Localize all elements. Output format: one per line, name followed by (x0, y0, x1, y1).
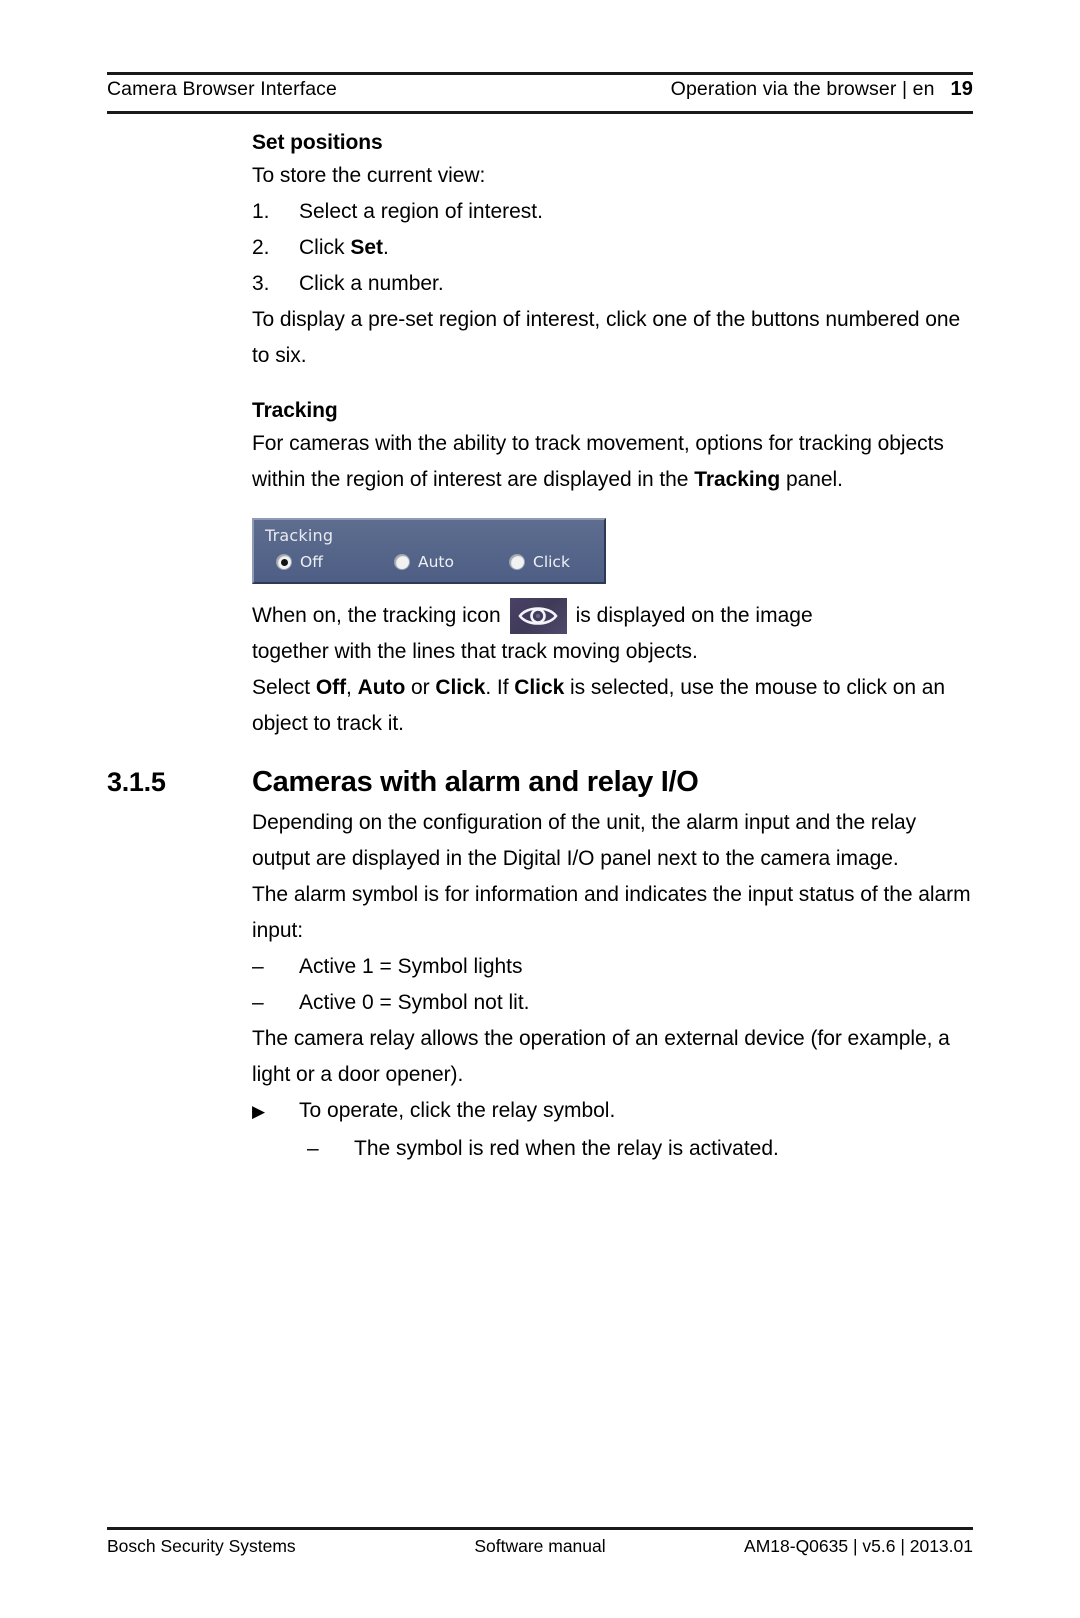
tracking-icon-sentence-after: is displayed on the image (575, 604, 813, 627)
list-item-text-after: . (383, 236, 389, 259)
list-item: – Active 0 = Symbol not lit. (252, 985, 973, 1021)
header-rule-top (107, 72, 973, 76)
set-positions-intro: To store the current view: (252, 164, 486, 187)
seg-6: . If (485, 676, 515, 699)
list-item-text: Select a region of interest. (299, 200, 543, 223)
list-item-text: Click Set. (299, 230, 973, 266)
list-item-text: Click a number. (299, 272, 444, 295)
footer-rule (107, 1527, 973, 1531)
seg-4: or (405, 676, 436, 699)
tracking-intro-bold: Tracking (694, 468, 781, 491)
dash-bullet-icon: – (307, 1137, 319, 1160)
tracking-radio-off[interactable]: Off (276, 553, 323, 571)
tracking-radio-click[interactable]: Click (509, 553, 570, 571)
tracking-radio-group: Off Auto Click (254, 553, 604, 583)
tracking-icon-sentence-before: When on, the tracking icon (252, 604, 501, 627)
set-positions-block: Set positions To store the current view:… (252, 128, 973, 374)
tracking-radio-click-label: Click (533, 553, 570, 571)
set-positions-heading: Set positions (252, 131, 383, 154)
section-heading: 3.1.5 Cameras with alarm and relay I/O (107, 766, 973, 799)
tracking-select-line: Select Off, Auto or Click. If Click is s… (252, 670, 973, 742)
tracking-radio-auto[interactable]: Auto (394, 553, 454, 571)
section-number: 3.1.5 (107, 767, 166, 797)
dash-bullet-icon: – (252, 955, 264, 978)
radio-dot-icon[interactable] (394, 554, 410, 570)
tracking-radio-auto-label: Auto (418, 553, 454, 571)
radio-dot-icon[interactable] (276, 554, 292, 570)
list-item: 2. Click Set. (252, 230, 973, 266)
list-item: – Active 1 = Symbol lights (252, 949, 973, 985)
list-item-number: 2. (252, 236, 270, 259)
list-item-text: To operate, click the relay symbol. (299, 1099, 616, 1122)
list-item-text-bold: Set (350, 236, 384, 259)
header-rule-bottom (107, 110, 973, 114)
seg-5: Click (435, 676, 486, 699)
set-positions-after-steps: To display a pre-set region of interest,… (252, 308, 961, 367)
list-item: – The symbol is red when the relay is ac… (307, 1131, 973, 1167)
list-item: 3. Click a number. (252, 266, 973, 302)
radio-dot-icon[interactable] (509, 554, 525, 570)
dash-bullet-icon: – (252, 991, 264, 1014)
tracking-intro-after: panel. (780, 468, 843, 491)
tracking-icon-sentence: When on, the tracking icon is displayed … (252, 598, 973, 634)
tracking-icon-block: When on, the tracking icon is displayed … (252, 598, 973, 742)
seg-7: Click (514, 676, 565, 699)
tracking-heading: Tracking (252, 399, 338, 422)
tracking-panel-title: Tracking (265, 526, 334, 545)
section-3-1-5: 3.1.5 Cameras with alarm and relay I/O D… (107, 766, 973, 1167)
list-item: ▶ To operate, click the relay symbol. (252, 1093, 973, 1131)
tracking-intro: For cameras with the ability to track mo… (252, 426, 973, 498)
list-item: 1. Select a region of interest. (252, 194, 973, 230)
triangle-bullet-icon: ▶ (252, 1102, 266, 1121)
header-document-title: Camera Browser Interface (107, 78, 337, 100)
seg-3: Auto (357, 676, 406, 699)
list-item-text-before: Click (299, 236, 351, 259)
seg-2: , (346, 676, 358, 699)
tracking-panel-figure: Tracking Off Auto Click (252, 518, 973, 584)
list-item-number: 3. (252, 272, 270, 295)
tracking-panel: Tracking Off Auto Click (252, 518, 606, 584)
list-item-number: 1. (252, 200, 270, 223)
header-breadcrumb-group: Operation via the browser | en 19 (671, 78, 973, 101)
section-para-1: Depending on the configuration of the un… (252, 811, 917, 870)
footer-document-type: Software manual (474, 1536, 606, 1556)
tracking-radio-off-label: Off (300, 553, 323, 571)
tracking-block: Tracking For cameras with the ability to… (252, 396, 973, 498)
seg-1: Off (315, 676, 347, 699)
tracking-eye-icon (509, 598, 567, 634)
list-item-text: Active 0 = Symbol not lit. (299, 991, 530, 1014)
section-title: Cameras with alarm and relay I/O (252, 766, 699, 798)
tracking-icon-sentence-line2: together with the lines that track movin… (252, 640, 698, 663)
document-page: Camera Browser Interface Operation via t… (0, 0, 1080, 1618)
breadcrumb: Operation via the browser | en (670, 78, 935, 100)
section-para-3: The camera relay allows the operation of… (252, 1027, 950, 1086)
page-header: Camera Browser Interface Operation via t… (107, 78, 973, 108)
page-number: 19 (950, 78, 973, 100)
list-item-text: Active 1 = Symbol lights (299, 955, 523, 978)
page-content: Set positions To store the current view:… (107, 128, 973, 1167)
seg-0: Select (252, 676, 316, 699)
section-para-2: The alarm symbol is for information and … (252, 883, 971, 942)
page-footer: Bosch Security Systems Software manual A… (107, 1536, 973, 1564)
list-item-text: The symbol is red when the relay is acti… (354, 1137, 779, 1160)
section-body: Depending on the configuration of the un… (252, 805, 973, 1167)
